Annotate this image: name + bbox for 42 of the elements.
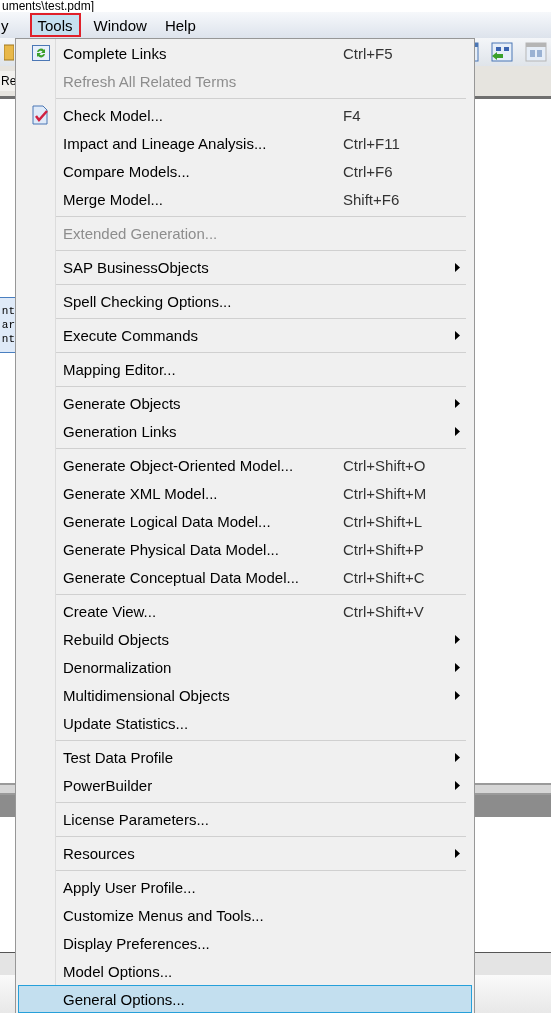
menu-item[interactable]: Generate Objects [18, 389, 472, 417]
menu-item[interactable]: Display Preferences... [18, 929, 472, 957]
menu-item[interactable]: Mapping Editor... [18, 355, 472, 383]
menu-item[interactable]: Denormalization [18, 653, 472, 681]
menu-item[interactable]: SAP BusinessObjects [18, 253, 472, 281]
window-title: uments\test.pdm] [1, 0, 95, 12]
menu-item[interactable]: Rebuild Objects [18, 625, 472, 653]
menu-item[interactable]: Check Model... F4 [18, 101, 472, 129]
menu-item[interactable]: Compare Models... Ctrl+F6 [18, 157, 472, 185]
menu-item[interactable]: Spell Checking Options... [18, 287, 472, 315]
menu-item[interactable]: License Parameters... [18, 805, 472, 833]
menu-item[interactable]: Resources [18, 839, 472, 867]
entity-attribute: nt [1, 332, 15, 346]
menu-item[interactable]: Multidimensional Objects [18, 681, 472, 709]
menu-bar-item[interactable]: Tools [29, 13, 81, 37]
menu-item[interactable]: Test Data Profile [18, 743, 472, 771]
menu-item[interactable]: Generate XML Model... Ctrl+Shift+M [18, 479, 472, 507]
menu-item[interactable]: Generate Physical Data Model... Ctrl+Shift+P [18, 535, 472, 563]
menu-item[interactable]: Generation Links [18, 417, 472, 445]
menu-item[interactable]: Generate Logical Data Model... Ctrl+Shift+L [18, 507, 472, 535]
menu-item[interactable]: Execute Commands [18, 321, 472, 349]
diagram-icon[interactable] [491, 42, 513, 62]
menu-item[interactable]: Impact and Lineage Analysis... Ctrl+F11 [18, 129, 472, 157]
menu-item[interactable]: General Options... [18, 985, 472, 1013]
menu-bar-item[interactable]: Window [84, 13, 156, 37]
menu-bar-item[interactable]: Help [155, 13, 205, 37]
refresh-icon [32, 45, 50, 61]
menu-item[interactable]: Model Options... [18, 957, 472, 985]
entity-attribute: ar [1, 318, 15, 332]
tab[interactable]: Re [0, 71, 15, 91]
menu-item[interactable]: Generate Object-Oriented Model... Ctrl+Shift+O [18, 451, 472, 479]
menu-item[interactable]: PowerBuilder [18, 771, 472, 799]
check-document-icon [32, 105, 50, 125]
menu-item[interactable]: Apply User Profile... [18, 873, 472, 901]
menu-item[interactable]: Generate Conceptual Data Model... Ctrl+Shift+C [18, 563, 472, 591]
menu-item[interactable]: Customize Menus and Tools... [18, 901, 472, 929]
menu-bar-item[interactable]: y [0, 13, 18, 37]
menu-item[interactable]: Merge Model... Shift+F6 [18, 185, 472, 213]
menu-item[interactable]: Update Statistics... [18, 709, 472, 737]
menu-item[interactable]: Complete Links Ctrl+F5 [18, 39, 472, 67]
menu-item[interactable]: Create View... Ctrl+Shift+V [18, 597, 472, 625]
entity-attribute: nt [1, 304, 15, 318]
